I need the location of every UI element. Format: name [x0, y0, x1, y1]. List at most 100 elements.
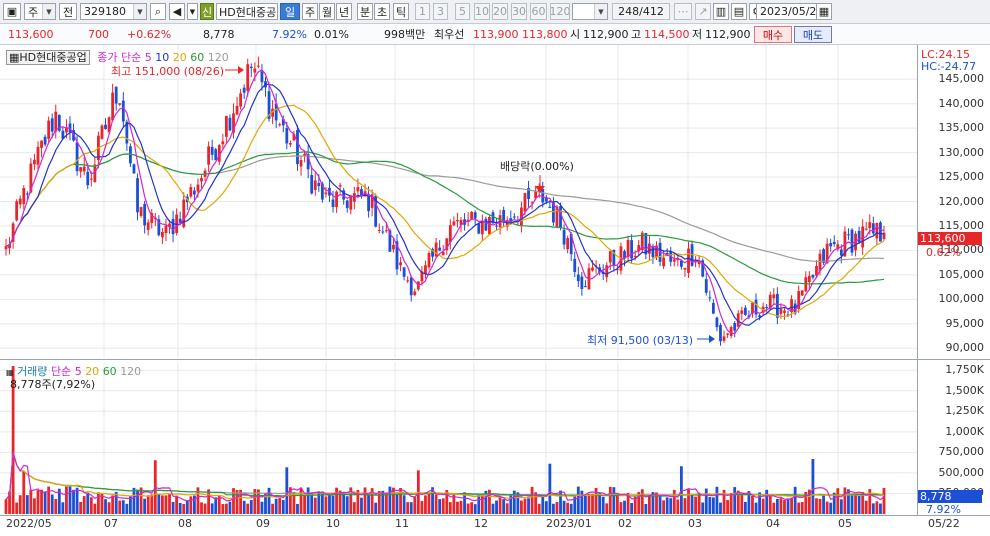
volume-bar	[274, 498, 278, 514]
interval-tab[interactable]: 초	[374, 3, 390, 20]
speaker-icon[interactable]: ◀	[169, 3, 185, 20]
price-chart[interactable]	[0, 45, 990, 536]
volume-bar	[598, 492, 602, 514]
volume-bar	[72, 489, 75, 514]
stock-label[interactable]: ▦HD현대중공업	[6, 50, 90, 65]
candle-body	[15, 201, 19, 221]
interval-tab[interactable]: 월	[319, 3, 335, 20]
volume-bar	[97, 492, 100, 514]
volume-bar	[79, 501, 83, 514]
volume-bar	[552, 503, 555, 514]
period-number-button[interactable]: 60	[530, 3, 547, 20]
volume-bar	[672, 489, 676, 514]
volume-percent: 7.92%	[272, 28, 307, 41]
volume-bar	[303, 495, 306, 514]
volume-bar	[520, 500, 523, 514]
candle-body	[253, 68, 257, 73]
candle-body	[192, 190, 196, 195]
interval-tab[interactable]: 일	[280, 3, 300, 20]
candle-body	[324, 192, 328, 195]
period-number-button[interactable]: 3	[433, 3, 448, 20]
candle-body	[772, 294, 776, 299]
grid-icon[interactable]: ⋯	[674, 3, 692, 20]
candle-body	[104, 124, 107, 129]
volume-bar	[616, 493, 619, 514]
volume-bar	[224, 503, 228, 514]
period-number-button[interactable]: 5	[455, 3, 470, 20]
volume-bar	[527, 498, 530, 514]
volume-bar	[608, 486, 612, 514]
period-number-button[interactable]: 10	[474, 3, 490, 20]
candle-body	[719, 325, 722, 342]
candle-body	[377, 230, 381, 232]
volume-bar	[65, 486, 68, 514]
candle-body	[683, 267, 687, 270]
volume-bar	[662, 500, 666, 514]
stock-name-field[interactable]: HD현대중공	[216, 3, 278, 20]
volume-bar	[587, 493, 591, 514]
interval-tab[interactable]: 년	[336, 3, 352, 20]
x-axis-label: 11	[395, 517, 409, 530]
best-ask: 113,900	[473, 28, 519, 41]
candle-body	[800, 290, 804, 296]
layout-icon[interactable]: ▣	[3, 3, 21, 20]
date-field[interactable]: 2023/05/22	[756, 3, 818, 20]
volume-bar	[40, 489, 43, 514]
code-input[interactable]: 329180 ▼	[80, 3, 147, 20]
volume-bar	[121, 500, 125, 514]
x-axis-label: 10	[326, 517, 340, 530]
price-tick-label: 125,000	[938, 170, 985, 184]
candle-body	[733, 323, 737, 331]
candle-body	[36, 146, 40, 165]
volume-bar	[335, 487, 338, 514]
chevron-down-icon[interactable]: ▼	[187, 3, 198, 20]
candle-body	[879, 222, 882, 242]
change-percent: +0.62%	[127, 28, 172, 41]
candle-body	[662, 257, 666, 267]
bars-icon[interactable]: ▥	[713, 3, 729, 20]
interval-tab[interactable]: 주	[302, 3, 318, 20]
volume-bar	[413, 496, 417, 514]
legend-vol-ma60: 60	[102, 365, 117, 378]
period-alt-button[interactable]: 전	[59, 3, 77, 20]
count-display: 248/412	[612, 3, 670, 20]
volume-bar	[790, 497, 793, 514]
volume-bar	[871, 503, 875, 514]
candle-body	[857, 230, 861, 243]
interval-tab[interactable]: 틱	[393, 3, 409, 20]
sell-button[interactable]: 매도	[794, 26, 832, 43]
chart-line-icon[interactable]: ↗	[695, 3, 711, 20]
volume-bar	[797, 502, 801, 514]
volume-bar	[879, 503, 882, 514]
candle-body	[317, 182, 321, 187]
candle-body	[633, 255, 637, 257]
period-number-button[interactable]: 20	[492, 3, 508, 20]
candle-body	[288, 143, 292, 145]
x-axis-label: 02	[618, 517, 632, 530]
volume-bar	[175, 495, 179, 514]
volume-bar	[150, 494, 154, 514]
candle-body	[4, 246, 8, 250]
calendar-icon[interactable]: ▦	[816, 3, 832, 20]
volume-bar	[647, 495, 651, 514]
number-input[interactable]: ▼	[572, 3, 608, 20]
save-icon[interactable]: ▤	[731, 3, 747, 20]
volume-bar	[395, 494, 399, 514]
volume-bar	[491, 503, 495, 514]
volume-bar	[306, 487, 310, 514]
period-number-button[interactable]: 1	[415, 3, 430, 20]
sell-label: 매도	[802, 28, 824, 42]
buy-button[interactable]: 매수	[754, 26, 792, 43]
volume-bar	[296, 503, 299, 514]
candle-body	[200, 178, 203, 182]
chevron-down-icon: ▼	[42, 4, 55, 19]
volume-bar	[800, 501, 804, 514]
candle-body	[171, 218, 175, 235]
interval-tab[interactable]: 분	[357, 3, 373, 20]
volume-bar	[242, 500, 246, 514]
search-icon[interactable]: ⌕	[150, 3, 166, 20]
period-number-button[interactable]: 120	[550, 3, 570, 20]
volume-bar	[235, 490, 239, 514]
period-select[interactable]: 주 ▼	[24, 3, 56, 20]
period-number-button[interactable]: 30	[511, 3, 527, 20]
